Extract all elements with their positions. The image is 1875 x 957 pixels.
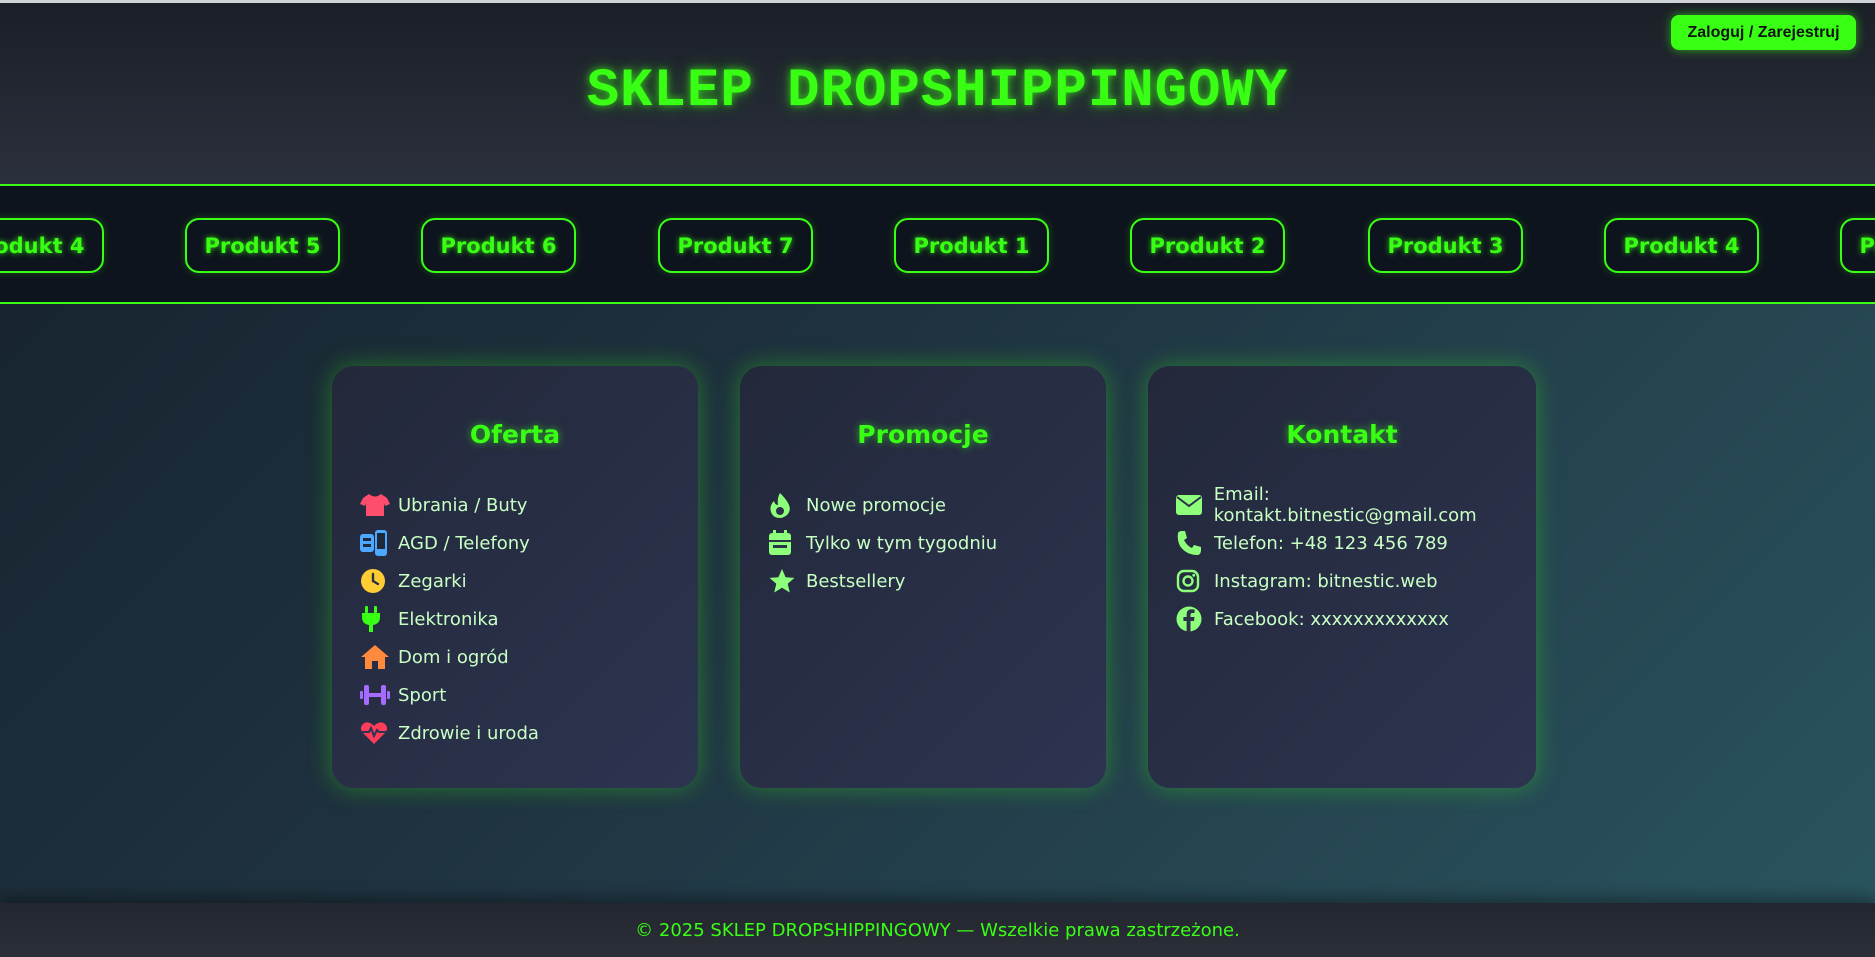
promo-item-new[interactable]: Nowe promocje: [768, 486, 997, 524]
offer-card: Oferta Ubrania / Buty AGD / Telefony Zeg…: [332, 366, 698, 788]
login-register-button[interactable]: Zaloguj / Zarejestruj: [1671, 15, 1856, 50]
promo-title: Promocje: [857, 420, 989, 449]
product-carousel: Produkt 4 Produkt 5 Produkt 6 Produkt 7 …: [0, 184, 1875, 304]
promo-item-this-week[interactable]: Tylko w tym tygodniu: [768, 524, 997, 562]
phone-appliance-icon: [360, 529, 392, 557]
contact-title: Kontakt: [1286, 420, 1398, 449]
offer-item-label: Dom i ogród: [398, 646, 509, 668]
promo-item-label: Bestsellery: [806, 570, 906, 592]
offer-item-label: Ubrania / Buty: [398, 494, 528, 516]
contact-item-phone[interactable]: Telefon: +48 123 456 789: [1176, 524, 1536, 562]
site-footer: © 2025 SKLEP DROPSHIPPINGOWY — Wszelkie …: [0, 903, 1875, 957]
contact-item-label: Email: kontakt.bitnestic@gmail.com: [1213, 484, 1477, 526]
offer-item-label: AGD / Telefony: [398, 532, 530, 554]
house-icon: [360, 643, 392, 671]
contact-item-label: Instagram: bitnestic.web: [1214, 570, 1438, 592]
promo-card: Promocje Nowe promocje Tylko w tym tygod…: [740, 366, 1106, 788]
product-button[interactable]: Produkt 4: [1604, 218, 1759, 273]
product-button[interactable]: Produkt 5: [1840, 218, 1875, 273]
heart-pulse-icon: [360, 719, 392, 747]
offer-item-health-beauty[interactable]: Zdrowie i uroda: [360, 714, 539, 752]
instagram-icon: [1176, 567, 1208, 595]
product-button[interactable]: Produkt 2: [1130, 218, 1285, 273]
contact-card: Kontakt Email: kontakt.bitnestic@gmail.c…: [1148, 366, 1536, 788]
offer-item-watches[interactable]: Zegarki: [360, 562, 539, 600]
offer-list: Ubrania / Buty AGD / Telefony Zegarki El…: [360, 486, 539, 752]
offer-item-label: Elektronika: [398, 608, 499, 630]
dumbbell-icon: [360, 681, 392, 709]
contact-list: Email: kontakt.bitnestic@gmail.com Telef…: [1176, 484, 1536, 638]
offer-item-label: Sport: [398, 684, 447, 706]
contact-item-label: Facebook: xxxxxxxxxxxxx: [1214, 608, 1449, 630]
offer-item-electronics[interactable]: Elektronika: [360, 600, 539, 638]
product-button[interactable]: Produkt 4: [0, 218, 104, 273]
fire-icon: [768, 491, 800, 519]
promo-list: Nowe promocje Tylko w tym tygodniu Bests…: [768, 486, 997, 600]
phone-icon: [1176, 529, 1208, 557]
star-icon: [768, 567, 800, 595]
clock-icon: [360, 567, 392, 595]
offer-item-clothes[interactable]: Ubrania / Buty: [360, 486, 539, 524]
product-button[interactable]: Produkt 3: [1368, 218, 1523, 273]
offer-item-sport[interactable]: Sport: [360, 676, 539, 714]
offer-title: Oferta: [469, 420, 561, 449]
shirt-icon: [360, 491, 392, 519]
offer-item-home-garden[interactable]: Dom i ogród: [360, 638, 539, 676]
product-button[interactable]: Produkt 1: [894, 218, 1049, 273]
product-button[interactable]: Produkt 5: [185, 218, 340, 273]
calendar-icon: [768, 529, 800, 557]
offer-item-label: Zdrowie i uroda: [398, 722, 539, 744]
offer-item-appliances[interactable]: AGD / Telefony: [360, 524, 539, 562]
site-header: SKLEP DROPSHIPPINGOWY Zaloguj / Zarejest…: [0, 3, 1875, 185]
envelope-icon: [1176, 491, 1208, 519]
promo-item-label: Nowe promocje: [806, 494, 946, 516]
promo-item-label: Tylko w tym tygodniu: [806, 532, 998, 554]
facebook-icon: [1176, 605, 1208, 633]
product-button[interactable]: Produkt 7: [658, 218, 813, 273]
contact-item-label: Telefon: +48 123 456 789: [1214, 532, 1448, 554]
contact-item-facebook[interactable]: Facebook: xxxxxxxxxxxxx: [1176, 600, 1536, 638]
contact-item-instagram[interactable]: Instagram: bitnestic.web: [1176, 562, 1536, 600]
plug-icon: [360, 605, 392, 633]
offer-item-label: Zegarki: [398, 570, 467, 592]
contact-item-email[interactable]: Email: kontakt.bitnestic@gmail.com: [1176, 484, 1536, 526]
site-title: SKLEP DROPSHIPPINGOWY: [586, 61, 1289, 122]
product-button[interactable]: Produkt 6: [421, 218, 576, 273]
footer-copyright: © 2025 SKLEP DROPSHIPPINGOWY — Wszelkie …: [635, 919, 1240, 941]
promo-item-bestsellers[interactable]: Bestsellery: [768, 562, 997, 600]
